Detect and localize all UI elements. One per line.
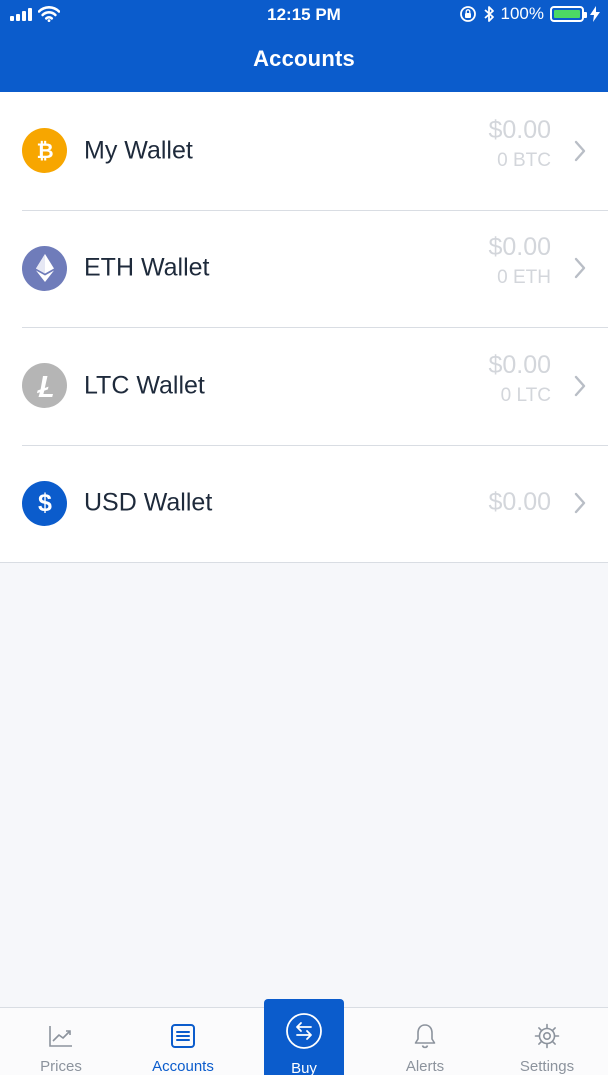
battery-icon — [550, 6, 587, 22]
fiat-balance: $0.00 — [488, 115, 551, 144]
bitcoin-icon: ₿ — [22, 128, 67, 174]
wallet-row-usd[interactable]: $ USD Wallet $0.00 — [0, 444, 608, 563]
litecoin-icon — [22, 363, 67, 409]
svg-text:₿: ₿ — [36, 140, 53, 163]
app-header: 12:15 PM 100% Accounts — [0, 0, 608, 92]
crypto-balance: 0 BTC — [497, 149, 551, 171]
wallet-balance: $0.00 — [488, 487, 551, 517]
wallet-balance: $0.00 0 ETH — [488, 232, 551, 290]
wallet-row-eth[interactable]: ETH Wallet $0.00 0 ETH — [0, 209, 608, 328]
app-screen: 12:15 PM 100% Accounts ₿ My Wallet $0.00… — [0, 0, 608, 1075]
tab-settings[interactable]: Settings — [486, 1008, 608, 1075]
bluetooth-icon — [483, 6, 494, 22]
wallet-name: ETH Wallet — [84, 253, 210, 282]
crypto-balance: 0 ETH — [497, 267, 551, 289]
tab-label: Accounts — [152, 1058, 214, 1075]
accounts-list-icon — [171, 1024, 195, 1048]
tab-label: Alerts — [405, 1058, 445, 1075]
chevron-right-icon — [574, 258, 586, 279]
tab-label: Prices — [40, 1058, 82, 1075]
wallet-balance: $0.00 0 BTC — [488, 115, 551, 173]
wallet-name: USD Wallet — [84, 488, 213, 517]
tab-prices[interactable]: Prices — [0, 1008, 122, 1075]
fiat-balance: $0.00 — [488, 350, 551, 379]
tab-label: Settings — [519, 1058, 575, 1075]
svg-text:$: $ — [38, 489, 52, 517]
exchange-arrows-icon — [286, 1013, 322, 1049]
status-bar: 12:15 PM 100% — [0, 0, 608, 32]
chart-icon — [49, 1026, 72, 1047]
charging-bolt-icon — [590, 6, 600, 22]
tab-alerts[interactable]: Alerts — [364, 1008, 486, 1075]
rotation-lock-icon — [459, 6, 476, 22]
status-right: 100% — [459, 4, 600, 24]
wallet-name: My Wallet — [84, 136, 193, 165]
wallet-name: LTC Wallet — [84, 371, 205, 400]
battery-level — [554, 10, 580, 18]
fiat-balance: $0.00 — [488, 488, 551, 517]
page-title: Accounts — [253, 46, 355, 71]
tab-buy[interactable]: Buy — [264, 999, 344, 1075]
tab-label: Buy — [291, 1060, 317, 1075]
wallet-list: ₿ My Wallet $0.00 0 BTC ETH Wallet $0.00… — [0, 92, 608, 563]
ethereum-icon — [22, 245, 67, 291]
battery-percent: 100% — [500, 4, 544, 23]
dollar-icon: $ — [22, 480, 67, 526]
gear-icon — [534, 1023, 560, 1049]
chevron-right-icon — [574, 375, 586, 396]
wallet-row-btc[interactable]: ₿ My Wallet $0.00 0 BTC — [0, 92, 608, 210]
crypto-balance: 0 LTC — [500, 384, 551, 406]
chevron-right-icon — [574, 493, 586, 514]
tab-accounts[interactable]: Accounts — [122, 1008, 244, 1075]
wallet-balance: $0.00 0 LTC — [488, 350, 551, 408]
wallet-row-ltc[interactable]: LTC Wallet $0.00 0 LTC — [0, 327, 608, 445]
fiat-balance: $0.00 — [488, 233, 551, 262]
chevron-right-icon — [574, 140, 586, 161]
bell-icon — [414, 1024, 436, 1049]
bottom-tab-bar: Prices Accounts Buy Alerts Settings — [0, 999, 608, 1075]
